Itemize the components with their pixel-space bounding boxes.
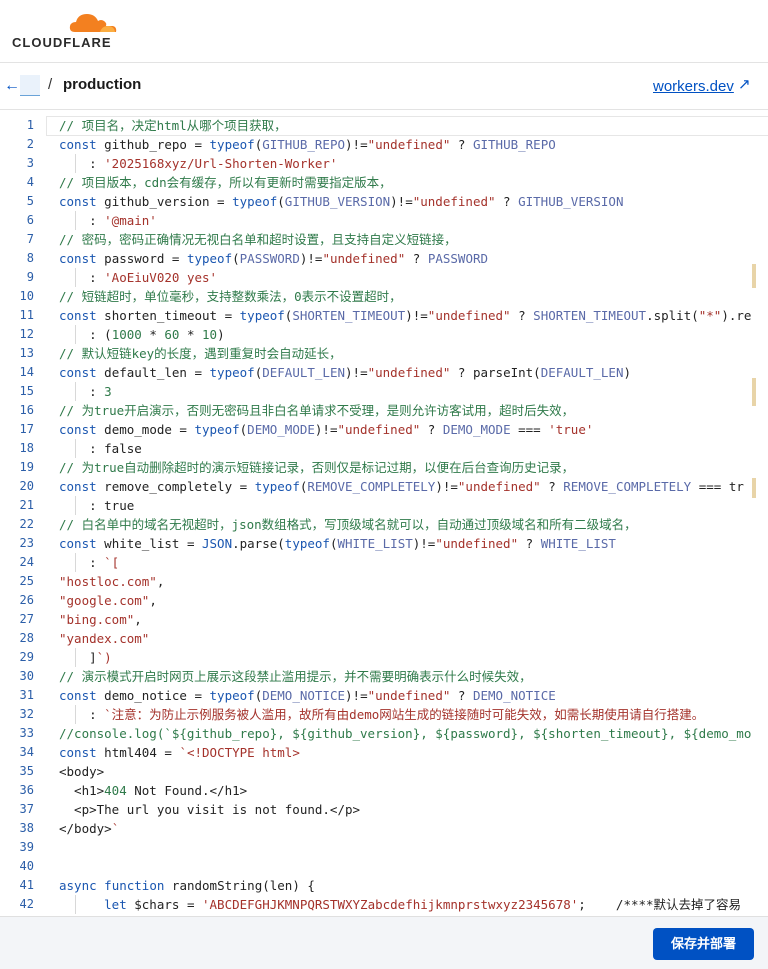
scroll-marker (752, 378, 756, 406)
back-arrow-icon[interactable]: ← (4, 77, 20, 95)
line-number: 5 (26, 194, 34, 208)
line-source: : 3 (59, 384, 112, 399)
cloudflare-logo[interactable]: CLOUDFLARE (12, 10, 122, 50)
top-bar: CLOUDFLARE (0, 0, 768, 63)
line-source: const demo_notice = typeof(DEMO_NOTICE)!… (59, 688, 556, 703)
line-number: 1 (26, 118, 34, 132)
line-number: 37 (19, 802, 34, 816)
line-number: 27 (19, 612, 34, 626)
line-source: // 项目版本，cdn会有缓存，所以有更新时需要指定版本， (59, 175, 392, 190)
line-number: 36 (19, 783, 34, 797)
line-number: 29 (19, 650, 34, 664)
line-number: 7 (26, 232, 34, 246)
line-source: ]`) (59, 650, 112, 665)
line-number: 31 (19, 688, 34, 702)
scroll-marker (752, 264, 756, 288)
line-number: 16 (19, 403, 34, 417)
breadcrumb-worker-name[interactable] (20, 75, 40, 96)
line-source: : false (59, 441, 142, 456)
breadcrumb-separator: / (48, 76, 53, 93)
line-number: 30 (19, 669, 34, 683)
line-source: const shorten_timeout = typeof(SHORTEN_T… (59, 308, 752, 323)
line-number: 4 (26, 175, 34, 189)
line-number: 23 (19, 536, 34, 550)
line-number: 33 (19, 726, 34, 740)
line-source: // 为true开启演示，否则无密码且非白名单请求不受理，是则允许访客试用，超时… (59, 403, 575, 418)
line-source: // 短链超时，单位毫秒，支持整数乘法，0表示不设置超时， (59, 289, 402, 304)
line-number: 15 (19, 384, 34, 398)
line-number: 26 (19, 593, 34, 607)
line-number: 24 (19, 555, 34, 569)
line-number: 22 (19, 517, 34, 531)
line-source: "bing.com", (59, 612, 142, 627)
scroll-marker (752, 478, 756, 498)
line-number: 34 (19, 745, 34, 759)
code-editor[interactable]: 1 // 项目名，决定html从哪个项目获取， 2 const github_repo… (0, 116, 768, 916)
line-source: </body>` (59, 821, 120, 836)
line-source: "yandex.com" (59, 631, 150, 646)
cloud-icon (69, 14, 117, 32)
line-source: const demo_mode = typeof(DEMO_MODE)!="un… (59, 422, 594, 437)
line-source: const github_version = typeof(GITHUB_VER… (59, 194, 624, 209)
line-source: //console.log(`${github_repo}, ${github_… (59, 726, 752, 741)
line-source: : (1000 * 60 * 10) (59, 327, 225, 342)
line-number: 18 (19, 441, 34, 455)
line-source: : `注意：为防止示例服务被人滥用，故所有由demo网站生成的链接随时可能失效，… (59, 707, 705, 722)
logo-text: CLOUDFLARE (12, 35, 112, 50)
line-source: // 密码，密码正确情况无视白名单和超时设置，且支持自定义短链接， (59, 232, 457, 247)
line-source: : '2025168xyz/Url-Shorten-Worker' (59, 156, 338, 171)
save-and-deploy-button[interactable]: 保存并部署 (653, 928, 754, 960)
line-number: 32 (19, 707, 34, 721)
line-number: 2 (26, 137, 34, 151)
line-number: 9 (26, 270, 34, 284)
line-source: // 演示模式开启时网页上展示这段禁止滥用提示，并不需要明确表示什么时候失效， (59, 669, 532, 684)
line-source: "google.com", (59, 593, 157, 608)
breadcrumb: ← / production workers.dev ↗ (0, 63, 768, 110)
line-number: 42 (19, 897, 34, 911)
workers-dev-link[interactable]: workers.dev (653, 78, 734, 95)
line-source: : `[ (59, 555, 120, 570)
line-number: 19 (19, 460, 34, 474)
line-source: const default_len = typeof(DEFAULT_LEN)!… (59, 365, 632, 380)
line-source: // 为true自动删除超时的演示短链接记录，否则仅是标记过期，以便在后台查询历… (59, 460, 575, 475)
line-number: 11 (19, 308, 34, 322)
line-source: const github_repo = typeof(GITHUB_REPO)!… (59, 137, 556, 152)
line-number: 40 (19, 859, 34, 873)
bottom-bar: 保存并部署 (0, 916, 768, 969)
line-number: 28 (19, 631, 34, 645)
line-source: "hostloc.com", (59, 574, 165, 589)
line-number: 39 (19, 840, 34, 854)
line-source: // 白名单中的域名无视超时，json数组格式，写顶级域名就可以，自动通过顶级域… (59, 517, 637, 532)
line-source: : 'AoEiuV020 yes' (59, 270, 218, 285)
line-source: : '@main' (59, 213, 157, 228)
line-source: const html404 = `<!DOCTYPE html> (59, 745, 300, 760)
line-source: : true (59, 498, 135, 513)
line-number: 13 (19, 346, 34, 360)
line-number: 38 (19, 821, 34, 835)
line-source: // 默认短链key的长度，遇到重复时会自动延长， (59, 346, 342, 361)
line-source: <body> (59, 764, 105, 779)
line-number: 17 (19, 422, 34, 436)
line-number: 8 (26, 251, 34, 265)
line-number: 3 (26, 156, 34, 170)
line-source: async function randomString(len) { (59, 878, 315, 893)
line-number: 21 (19, 498, 34, 512)
line-source: const remove_completely = typeof(REMOVE_… (59, 479, 744, 494)
line-number: 25 (19, 574, 34, 588)
line-number: 20 (19, 479, 34, 493)
line-source: <p>The url you visit is not found.</p> (59, 802, 361, 817)
line-number: 14 (19, 365, 34, 379)
line-source: // 项目名，决定html从哪个项目获取， (59, 118, 287, 133)
line-source: let $chars = 'ABCDEFGHJKMNPQRSTWXYZabcde… (104, 897, 742, 912)
line-number: 10 (19, 289, 34, 303)
line-number: 6 (26, 213, 34, 227)
line-number: 12 (19, 327, 34, 341)
line-source: const white_list = JSON.parse(typeof(WHI… (59, 536, 616, 551)
external-link-icon[interactable]: ↗ (738, 75, 751, 93)
line-source: const password = typeof(PASSWORD)!="unde… (59, 251, 489, 266)
line-source: <h1>404 Not Found.</h1> (59, 783, 248, 798)
line-number: 35 (19, 764, 34, 778)
line-number: 41 (19, 878, 34, 892)
breadcrumb-current: production (63, 76, 142, 93)
